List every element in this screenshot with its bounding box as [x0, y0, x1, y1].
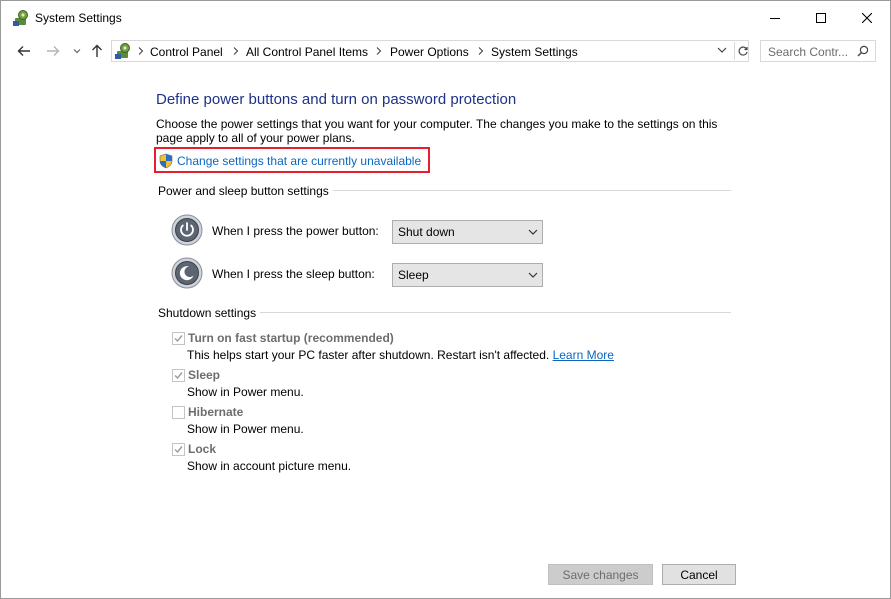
search-box[interactable]: Search Contr... [760, 40, 876, 62]
sleep-checkbox[interactable] [172, 369, 185, 382]
minimize-icon [770, 18, 780, 19]
power-section-divider [333, 190, 731, 191]
control-panel-icon [13, 10, 28, 26]
checkmark-icon [174, 335, 183, 343]
up-button[interactable] [89, 41, 105, 61]
page-title: Define power buttons and turn on passwor… [156, 91, 517, 108]
sleep-icon [171, 257, 203, 289]
breadcrumb-control-panel[interactable]: Control Panel [150, 45, 223, 59]
lock-checkbox[interactable] [172, 443, 185, 456]
system-settings-window: System Settings Control Panel All Contro… [0, 0, 891, 599]
sleep-option-label: Sleep [188, 368, 221, 382]
window-title: System Settings [35, 11, 122, 25]
fast-startup-description: This helps start your PC faster after sh… [187, 348, 614, 362]
sleep-button-label: When I press the sleep button: [212, 267, 375, 281]
maximize-button[interactable] [798, 1, 844, 35]
hibernate-option-description: Show in Power menu. [187, 422, 304, 436]
power-button-value: Shut down [398, 225, 455, 239]
power-button-select[interactable]: Shut down [392, 220, 543, 244]
back-arrow-icon [17, 46, 30, 56]
minimize-button[interactable] [752, 1, 798, 35]
sleep-button-select[interactable]: Sleep [392, 263, 543, 287]
chevron-down-icon [528, 272, 538, 278]
refresh-icon [738, 46, 748, 56]
breadcrumb-all-items[interactable]: All Control Panel Items [246, 45, 368, 59]
cancel-button[interactable]: Cancel [662, 564, 736, 585]
learn-more-link[interactable]: Learn More [553, 348, 614, 362]
back-button[interactable] [14, 41, 34, 61]
power-icon [171, 214, 203, 246]
hibernate-checkbox[interactable] [172, 406, 185, 419]
checkmark-icon [174, 372, 183, 380]
sleep-button-value: Sleep [398, 268, 429, 282]
chevron-right-icon [233, 47, 239, 55]
close-icon [862, 13, 872, 23]
lock-option-description: Show in account picture menu. [187, 459, 352, 473]
save-changes-button[interactable]: Save changes [548, 564, 653, 585]
power-section-title: Power and sleep button settings [158, 184, 329, 198]
power-button-label: When I press the power button: [212, 224, 379, 238]
maximize-icon [816, 13, 826, 23]
checkmark-icon [174, 446, 183, 454]
search-icon [857, 45, 869, 57]
shutdown-section-title: Shutdown settings [158, 306, 257, 320]
navigation-bar: Control Panel All Control Panel Items Po… [1, 37, 890, 65]
refresh-button[interactable] [734, 42, 751, 60]
page-description: Choose the power settings that you want … [156, 117, 718, 145]
lock-option-label: Lock [188, 442, 217, 456]
forward-button[interactable] [43, 41, 63, 61]
chevron-right-icon [478, 47, 484, 55]
chevron-down-icon [528, 229, 538, 235]
chevron-right-icon [138, 47, 144, 55]
hibernate-option-label: Hibernate [188, 405, 244, 419]
breadcrumb-power-options[interactable]: Power Options [390, 45, 469, 59]
chevron-right-icon [376, 47, 382, 55]
search-placeholder: Search Contr... [768, 45, 849, 59]
breadcrumb-system-settings[interactable]: System Settings [491, 45, 578, 59]
recent-locations-button[interactable] [71, 41, 83, 61]
chevron-down-icon [73, 49, 81, 54]
control-panel-icon [115, 43, 130, 59]
sleep-option-description: Show in Power menu. [187, 385, 304, 399]
change-settings-link-text[interactable]: Change settings that are currently unava… [177, 154, 421, 168]
fast-startup-checkbox[interactable] [172, 332, 185, 345]
uac-shield-icon [159, 153, 173, 169]
up-arrow-icon [92, 44, 102, 57]
address-history-chevron-icon[interactable] [716, 44, 728, 56]
title-bar: System Settings [1, 1, 890, 35]
close-button[interactable] [844, 1, 890, 35]
shutdown-section-divider [260, 312, 731, 313]
change-settings-link[interactable]: Change settings that are currently unava… [154, 147, 430, 173]
address-bar[interactable]: Control Panel All Control Panel Items Po… [111, 40, 749, 62]
fast-startup-label: Turn on fast startup (recommended) [188, 331, 394, 345]
forward-arrow-icon [47, 46, 60, 56]
fast-startup-desc-text: This helps start your PC faster after sh… [187, 348, 550, 362]
